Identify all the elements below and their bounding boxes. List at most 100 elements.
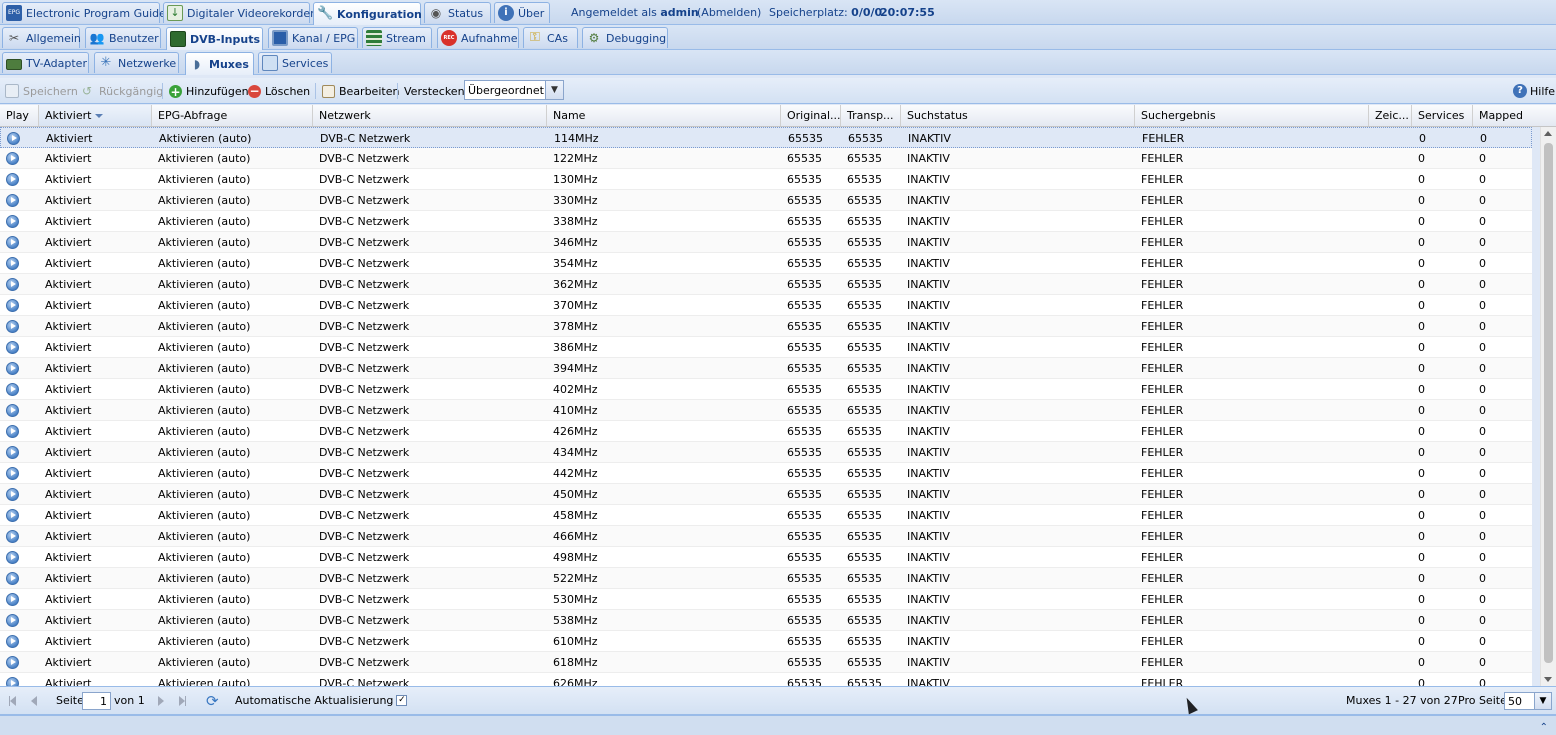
- table-row[interactable]: Aktiviert Aktivieren (auto) DVB-C Netzwerk…: [0, 547, 1532, 568]
- table-row[interactable]: Aktiviert Aktivieren (auto) DVB-C Netzwerk…: [0, 463, 1532, 484]
- col-zeichen[interactable]: Zeic...: [1369, 105, 1412, 126]
- next-page-icon[interactable]: [158, 696, 164, 706]
- edit-button[interactable]: Bearbeiten: [322, 82, 399, 100]
- play-icon[interactable]: [6, 550, 19, 564]
- tab-ueber[interactable]: i Über: [494, 2, 550, 23]
- tab-allgemein[interactable]: ✂ Allgemein: [2, 27, 81, 48]
- play-icon[interactable]: [6, 277, 19, 291]
- col-mapped[interactable]: Mapped: [1473, 105, 1556, 126]
- table-row[interactable]: Aktiviert Aktivieren (auto) DVB-C Netzwerk…: [0, 232, 1532, 253]
- tab-dvb-inputs[interactable]: DVB-Inputs: [166, 27, 263, 50]
- scroll-thumb[interactable]: [1544, 143, 1553, 663]
- expand-up-icon[interactable]: ⌃: [1540, 722, 1548, 733]
- per-page-select[interactable]: 50 ▼: [1504, 692, 1552, 710]
- logout-link[interactable]: (Abmelden): [697, 6, 761, 19]
- table-row[interactable]: Aktiviert Aktivieren (auto) DVB-C Netzwerk…: [0, 379, 1532, 400]
- col-transport[interactable]: Transp...: [841, 105, 901, 126]
- first-page-icon[interactable]: [9, 696, 16, 706]
- tab-services[interactable]: Services: [258, 52, 332, 73]
- play-icon[interactable]: [6, 361, 19, 375]
- delete-button[interactable]: − Löschen: [248, 82, 310, 100]
- prev-page-icon[interactable]: [31, 696, 37, 706]
- table-row[interactable]: Aktiviert Aktivieren (auto) DVB-C Netzwerk…: [0, 274, 1532, 295]
- table-row[interactable]: Aktiviert Aktivieren (auto) DVB-C Netzwerk…: [0, 421, 1532, 442]
- refresh-icon[interactable]: ⟳: [206, 692, 219, 710]
- play-icon[interactable]: [6, 214, 19, 228]
- auto-refresh-checkbox[interactable]: ✓: [396, 695, 408, 706]
- table-row[interactable]: Aktiviert Aktivieren (auto) DVB-C Netzwerk…: [0, 568, 1532, 589]
- play-icon[interactable]: [6, 508, 19, 522]
- col-netzwerk[interactable]: Netzwerk: [313, 105, 547, 126]
- col-services[interactable]: Services: [1412, 105, 1473, 126]
- scroll-down-icon[interactable]: [1544, 677, 1552, 682]
- col-play[interactable]: Play: [0, 105, 39, 126]
- play-icon[interactable]: [6, 676, 19, 686]
- col-original[interactable]: Original...: [781, 105, 841, 126]
- tab-muxes[interactable]: ◗ Muxes: [185, 52, 254, 75]
- play-icon[interactable]: [6, 151, 19, 165]
- tab-stream[interactable]: Stream: [362, 27, 432, 48]
- tab-debugging[interactable]: ⚙ Debugging: [582, 27, 668, 48]
- table-row[interactable]: Aktiviert Aktivieren (auto) DVB-C Netzwerk…: [0, 526, 1532, 547]
- play-icon[interactable]: [6, 634, 19, 648]
- col-suchergebnis[interactable]: Suchergebnis: [1135, 105, 1369, 126]
- table-row[interactable]: Aktiviert Aktivieren (auto) DVB-C Netzwerk…: [0, 316, 1532, 337]
- table-row[interactable]: Aktiviert Aktivieren (auto) DVB-C Netzwerk…: [0, 400, 1532, 421]
- play-icon[interactable]: [6, 340, 19, 354]
- table-row[interactable]: Aktiviert Aktivieren (auto) DVB-C Netzwerk…: [0, 484, 1532, 505]
- table-row[interactable]: Aktiviert Aktivieren (auto) DVB-C Netzwerk…: [0, 631, 1532, 652]
- table-row[interactable]: Aktiviert Aktivieren (auto) DVB-C Netzwerk…: [0, 253, 1532, 274]
- per-page-box[interactable]: 50 ▼: [1504, 692, 1552, 710]
- chevron-down-icon[interactable]: ▼: [1534, 693, 1551, 709]
- table-row[interactable]: Aktiviert Aktivieren (auto) DVB-C Netzwerk…: [0, 610, 1532, 631]
- play-icon[interactable]: [6, 529, 19, 543]
- play-icon[interactable]: [6, 571, 19, 585]
- table-row[interactable]: Aktiviert Aktivieren (auto) DVB-C Netzwerk…: [0, 442, 1532, 463]
- chevron-down-icon[interactable]: ▼: [545, 81, 563, 99]
- tab-epg[interactable]: EPG Electronic Program Guide: [2, 2, 166, 23]
- table-row[interactable]: Aktiviert Aktivieren (auto) DVB-C Netzwerk…: [0, 295, 1532, 316]
- play-icon[interactable]: [6, 235, 19, 249]
- table-row[interactable]: Aktiviert Aktivieren (auto) DVB-C Netzwerk…: [0, 190, 1532, 211]
- page-input[interactable]: 1: [82, 692, 111, 710]
- table-row[interactable]: Aktiviert Aktivieren (auto) DVB-C Netzwerk…: [0, 169, 1532, 190]
- tab-konfiguration[interactable]: 🔧 Konfiguration: [313, 2, 422, 25]
- col-epg-abfrage[interactable]: EPG-Abfrage: [152, 105, 313, 126]
- table-row[interactable]: Aktiviert Aktivieren (auto) DVB-C Netzwerk…: [0, 211, 1532, 232]
- play-icon[interactable]: [6, 256, 19, 270]
- play-icon[interactable]: [6, 424, 19, 438]
- vertical-scrollbar[interactable]: [1540, 127, 1556, 686]
- play-icon[interactable]: [6, 445, 19, 459]
- table-row[interactable]: Aktiviert Aktivieren (auto) DVB-C Netzwerk…: [0, 337, 1532, 358]
- table-row[interactable]: Aktiviert Aktivieren (auto) DVB-C Netzwerk…: [0, 652, 1532, 673]
- play-icon[interactable]: [6, 466, 19, 480]
- help-button[interactable]: ? Hilfe: [1513, 82, 1555, 100]
- play-icon[interactable]: [6, 613, 19, 627]
- play-icon[interactable]: [6, 319, 19, 333]
- page-input-box[interactable]: 1: [82, 692, 111, 710]
- play-icon[interactable]: [7, 131, 20, 145]
- table-row[interactable]: Aktiviert Aktivieren (auto) DVB-C Netzwerk…: [0, 127, 1532, 148]
- tab-status[interactable]: ◉ Status: [424, 2, 491, 23]
- table-row[interactable]: Aktiviert Aktivieren (auto) DVB-C Netzwerk…: [0, 673, 1532, 686]
- table-row[interactable]: Aktiviert Aktivieren (auto) DVB-C Netzwerk…: [0, 148, 1532, 169]
- scroll-up-icon[interactable]: [1544, 131, 1552, 136]
- auto-refresh-toggle[interactable]: Automatische Aktualisierung ✓: [235, 694, 408, 707]
- undo-button[interactable]: ↺ Rückgängig: [79, 82, 163, 100]
- tab-aufnahme[interactable]: REC Aufnahme: [437, 27, 519, 48]
- play-icon[interactable]: [6, 298, 19, 312]
- col-suchstatus[interactable]: Suchstatus: [901, 105, 1135, 126]
- col-name[interactable]: Name: [547, 105, 781, 126]
- table-row[interactable]: Aktiviert Aktivieren (auto) DVB-C Netzwerk…: [0, 505, 1532, 526]
- last-page-icon[interactable]: [179, 696, 186, 706]
- play-icon[interactable]: [6, 403, 19, 417]
- add-button[interactable]: + Hinzufügen: [169, 82, 249, 100]
- tab-kanal-epg[interactable]: Kanal / EPG: [268, 27, 358, 48]
- play-icon[interactable]: [6, 487, 19, 501]
- play-icon[interactable]: [6, 382, 19, 396]
- play-icon[interactable]: [6, 193, 19, 207]
- col-aktiviert[interactable]: Aktiviert: [39, 105, 152, 126]
- save-button[interactable]: Speichern: [5, 82, 78, 100]
- play-icon[interactable]: [6, 172, 19, 186]
- tab-netzwerke[interactable]: ✳ Netzwerke: [94, 52, 179, 73]
